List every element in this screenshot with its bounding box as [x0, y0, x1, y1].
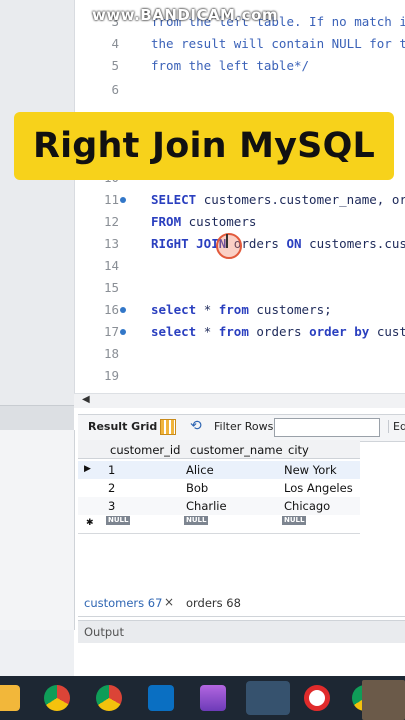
grid-icon[interactable] — [160, 419, 176, 435]
result-grid-tab[interactable]: Result Grid — [88, 420, 157, 433]
text-cursor-icon — [226, 234, 228, 248]
cell-city[interactable]: New York — [284, 463, 337, 477]
code-line[interactable]: FROM customers — [151, 214, 256, 229]
scroll-left-icon[interactable]: ◀ — [82, 394, 90, 405]
code-line[interactable]: select * from customers; — [151, 302, 332, 317]
grid-header-row: customer_id customer_name city — [78, 440, 360, 459]
horizontal-scrollbar[interactable]: ◀ — [74, 393, 405, 408]
cell-customer-id[interactable]: 3 — [108, 499, 115, 513]
code-token: order by — [309, 324, 377, 339]
mysql-workbench-icon[interactable] — [246, 681, 290, 715]
execute-marker-icon[interactable] — [120, 307, 126, 313]
null-badge: NULL — [106, 516, 131, 525]
cell-city[interactable]: Los Angeles — [284, 481, 353, 495]
cell-customer-id[interactable]: 2 — [108, 481, 115, 495]
refresh-icon[interactable]: ⟲ — [190, 418, 202, 434]
code-line[interactable]: select * from orders order by custo — [151, 324, 405, 339]
code-token: custo — [376, 324, 405, 339]
execute-marker-icon[interactable] — [120, 197, 126, 203]
cell-customer-name[interactable]: Charlie — [186, 499, 227, 513]
line-number: 16 — [103, 302, 119, 317]
new-row[interactable]: ✱ NULL NULL NULL — [78, 515, 360, 533]
code-token: SELECT — [151, 192, 204, 207]
clapper-icon[interactable] — [200, 685, 226, 711]
navigator-area — [0, 0, 74, 405]
code-token: from the left table*/ — [151, 58, 310, 73]
code-token: customers.cust — [309, 236, 405, 251]
execute-marker-icon[interactable] — [120, 329, 126, 335]
line-number: 19 — [103, 368, 119, 383]
code-token: from — [218, 324, 257, 339]
cell-customer-name[interactable]: Alice — [186, 463, 214, 477]
new-row-marker: ✱ — [86, 518, 94, 528]
code-token: FROM — [151, 214, 189, 229]
chrome-icon[interactable] — [44, 685, 70, 711]
record-icon[interactable] — [304, 685, 330, 711]
line-number: 4 — [111, 36, 119, 51]
table-row[interactable]: ▶ 1 Alice New York — [78, 461, 360, 479]
line-number: 13 — [103, 236, 119, 251]
navigator-panel — [0, 0, 75, 680]
output-label: Output — [84, 625, 124, 639]
grid-bottom-border — [78, 533, 360, 534]
null-badge: NULL — [184, 516, 209, 525]
code-line[interactable]: the result will contain NULL for th — [151, 36, 405, 51]
column-header-customer-name[interactable]: customer_name — [190, 443, 283, 457]
result-tabs: customers 67 × orders 68 — [78, 592, 405, 617]
cell-customer-id[interactable]: 1 — [108, 463, 115, 477]
code-line[interactable]: RIGHT JOIN orders ON customers.cust — [151, 236, 405, 251]
code-token: * — [203, 324, 219, 339]
tab-orders[interactable]: orders 68 — [186, 596, 241, 610]
code-token: customers.customer_name, orde — [203, 192, 405, 207]
code-token: the result will contain NULL for th — [151, 36, 405, 51]
tab-customers[interactable]: customers 67 — [84, 596, 162, 610]
column-header-city[interactable]: city — [288, 443, 309, 457]
code-token: ON — [286, 236, 310, 251]
filter-rows-label: Filter Rows: — [214, 420, 278, 433]
edit-button[interactable]: Edi — [388, 420, 405, 433]
line-number: 6 — [111, 82, 119, 97]
line-number: 14 — [103, 258, 119, 273]
line-number: 5 — [111, 58, 119, 73]
filter-rows-input[interactable] — [274, 418, 380, 437]
line-number: 12 — [103, 214, 119, 229]
bandicam-watermark: www.BANDICAM.com — [92, 6, 279, 24]
table-row[interactable]: 2 Bob Los Angeles — [78, 479, 360, 497]
code-line[interactable]: from the left table*/ — [151, 58, 309, 73]
result-toolbar: Result Grid ⟲ Filter Rows: Edi — [78, 414, 405, 442]
vscode-icon[interactable] — [148, 685, 174, 711]
code-token: orders — [256, 324, 310, 339]
chrome-beta-icon[interactable] — [96, 685, 122, 711]
line-number: 11 — [103, 192, 119, 207]
column-header-customer-id[interactable]: customer_id — [110, 443, 180, 457]
output-panel-header[interactable]: Output — [78, 620, 405, 643]
code-token: customers — [188, 214, 257, 229]
null-badge: NULL — [282, 516, 307, 525]
mouse-cursor-highlight — [216, 233, 242, 259]
title-banner: Right Join MySQL — [14, 112, 394, 180]
code-token: from — [218, 302, 257, 317]
code-token: * — [203, 302, 219, 317]
cell-city[interactable]: Chicago — [284, 499, 330, 513]
line-number: 18 — [103, 346, 119, 361]
sql-editor[interactable]: 3 from the left table. If no match is 4 the… — [74, 0, 405, 395]
close-icon[interactable]: × — [164, 595, 174, 609]
code-token: select — [151, 302, 204, 317]
navigator-tab-strip[interactable] — [0, 405, 74, 431]
title-text: Right Join MySQL — [32, 126, 376, 166]
code-token: customers; — [256, 302, 332, 317]
folder-icon[interactable] — [0, 685, 20, 711]
code-line[interactable]: SELECT customers.customer_name, orde — [151, 192, 405, 207]
row-selected-marker: ▶ — [84, 464, 91, 474]
line-number: 15 — [103, 280, 119, 295]
line-number: 17 — [103, 324, 119, 339]
table-row[interactable]: 3 Charlie Chicago — [78, 497, 360, 515]
code-token: select — [151, 324, 204, 339]
taskbar — [0, 676, 405, 720]
webcam-avatar — [362, 680, 405, 720]
info-panel — [0, 430, 75, 630]
cell-customer-name[interactable]: Bob — [186, 481, 208, 495]
